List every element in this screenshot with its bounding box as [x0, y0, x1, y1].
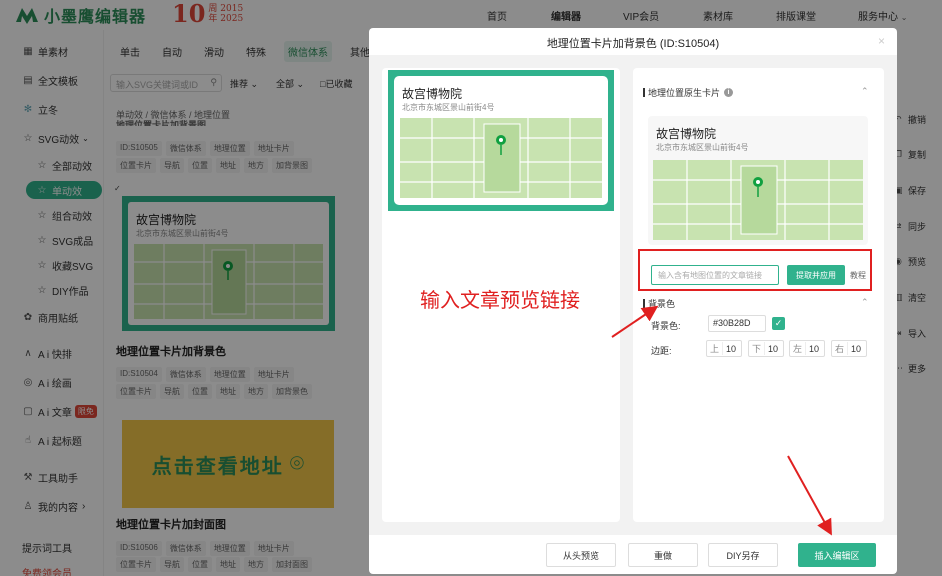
article-url-input[interactable]: 输入含有地图位置的文章链接 [651, 265, 779, 285]
bg-color-value: #30B28D [713, 318, 751, 328]
collapse-icon[interactable]: ⌃ [861, 297, 869, 308]
annotation-text: 输入文章预览链接 [420, 290, 580, 312]
location-card-preview: 故宫博物院 北京市东城区景山前街4号 [394, 76, 608, 205]
margin-key: 右 [832, 342, 849, 355]
margin-value: 10 [851, 343, 862, 354]
replay-preview-button[interactable]: 从头预览 [546, 543, 616, 567]
margin-key: 下 [749, 342, 766, 355]
fetch-apply-button[interactable]: 提取并应用 [787, 265, 845, 285]
collapse-icon[interactable]: ⌃ [861, 86, 869, 97]
location-name: 故宫博物院 [402, 87, 463, 101]
margin-key: 上 [707, 342, 724, 355]
settings-panel: 地理位置原生卡片 i ⌃ 故宫博物院 北京市东城区景山前街4号 输入含有地图位置的… [633, 68, 884, 522]
map-tile [400, 118, 602, 198]
redo-button[interactable]: 重做 [628, 543, 698, 567]
insert-editor-button[interactable]: 插入编辑区 [798, 543, 876, 567]
margin-label: 边距: [651, 346, 672, 356]
margin-bottom-input[interactable]: 下 10 [748, 340, 784, 357]
close-icon[interactable]: × [878, 34, 885, 48]
section-bar [643, 88, 645, 97]
dialog-footer: 从头预览 重做 DIY另存 插入编辑区 [369, 535, 897, 574]
section-bar [643, 299, 645, 308]
native-card-preview: 故宫博物院 北京市东城区景山前街4号 [648, 116, 868, 245]
bg-color-input[interactable]: #30B28D [708, 315, 766, 332]
dialog-title: 地理位置卡片加背景色 (ID:S10504) [546, 38, 720, 50]
bg-color-label: 背景色: [651, 321, 681, 331]
margin-value: 10 [768, 343, 779, 354]
margin-top-input[interactable]: 上 10 [706, 340, 742, 357]
margin-key: 左 [790, 342, 807, 355]
info-icon[interactable]: i [724, 88, 734, 97]
margin-value: 10 [726, 343, 737, 354]
map-tile [653, 160, 863, 240]
section-native-card[interactable]: 地理位置原生卡片 i [643, 86, 734, 99]
preview-card-background: 故宫博物院 北京市东城区景山前街4号 [388, 70, 614, 211]
margin-left-input[interactable]: 左 10 [789, 340, 825, 357]
diy-save-as-button[interactable]: DIY另存 [708, 543, 778, 567]
location-address: 北京市东城区景山前街4号 [656, 143, 749, 152]
section-title: 地理位置原生卡片 [648, 88, 721, 98]
section-bg-color[interactable]: 背景色 [643, 297, 675, 310]
bg-color-checkbox[interactable]: ✓ [772, 317, 785, 330]
url-placeholder: 输入含有地图位置的文章链接 [658, 271, 762, 280]
section-title: 背景色 [648, 299, 676, 309]
margin-right-input[interactable]: 右 10 [831, 340, 867, 357]
location-name: 故宫博物院 [656, 127, 717, 141]
margin-value: 10 [809, 343, 820, 354]
tutorial-link[interactable]: 教程 [850, 270, 866, 281]
location-address: 北京市东城区景山前街4号 [402, 103, 495, 112]
